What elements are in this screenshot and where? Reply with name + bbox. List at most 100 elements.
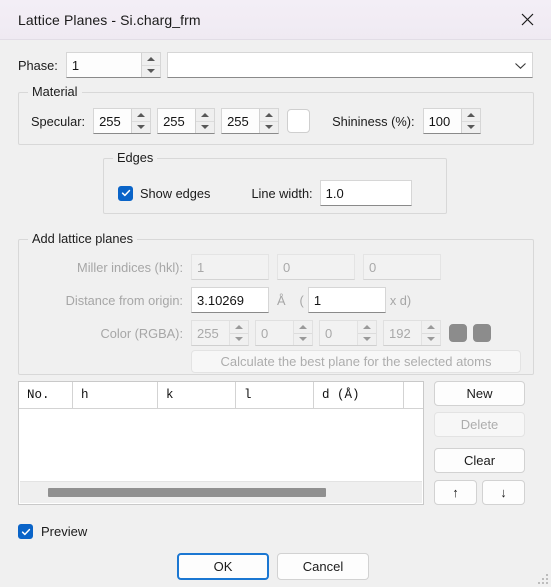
new-button[interactable]: New	[434, 381, 525, 406]
color-g-down[interactable]	[294, 334, 312, 346]
preview-checkbox[interactable]	[18, 524, 33, 539]
paren-open-label: (	[299, 292, 304, 308]
table-column-l[interactable]: l	[236, 382, 314, 408]
specular-r-down[interactable]	[132, 122, 150, 134]
move-up-button[interactable]: ↑	[434, 480, 477, 505]
color-b-value[interactable]: 0	[320, 321, 357, 345]
specular-b-up[interactable]	[260, 109, 279, 122]
move-down-button[interactable]: ↓	[482, 480, 525, 505]
close-button[interactable]	[505, 1, 549, 39]
phase-row: Phase: 1	[18, 52, 161, 78]
cancel-button[interactable]: Cancel	[277, 553, 369, 580]
miller-k-input[interactable]: 0	[277, 254, 355, 280]
specular-r-spinbox[interactable]: 255	[93, 108, 152, 134]
table-column-k[interactable]: k	[158, 382, 236, 408]
add-lattice-planes-group-label: Add lattice planes	[28, 231, 138, 246]
triangle-up-icon	[466, 112, 475, 117]
calculate-best-plane-button[interactable]: Calculate the best plane for the selecte…	[191, 350, 521, 373]
triangle-up-icon	[201, 112, 210, 117]
specular-r-value[interactable]: 255	[94, 109, 132, 133]
shininess-arrows[interactable]	[460, 109, 480, 134]
material-group: Material Specular: 255 255 255 Shininess…	[18, 84, 534, 145]
table-column-no[interactable]: No.	[19, 382, 73, 408]
color-a-arrows[interactable]	[421, 321, 440, 345]
material-group-label: Material	[28, 84, 82, 99]
phase-spin-down[interactable]	[142, 66, 160, 78]
miller-h-input[interactable]: 1	[191, 254, 269, 280]
table-horizontal-scrollbar[interactable]	[20, 481, 422, 503]
shininess-up[interactable]	[461, 109, 480, 122]
table-body[interactable]	[20, 410, 422, 481]
distance-input[interactable]: 3.10269	[191, 287, 269, 313]
table-header-row: No. h k l d (Å)	[19, 382, 423, 409]
phase-spin-up[interactable]	[141, 53, 160, 66]
specular-r-up[interactable]	[132, 109, 151, 122]
clear-button[interactable]: Clear	[434, 448, 525, 473]
shininess-value[interactable]: 100	[423, 109, 461, 133]
specular-g-down[interactable]	[196, 122, 214, 134]
checkmark-icon	[121, 189, 130, 197]
specular-g-arrows[interactable]	[195, 109, 215, 134]
specular-g-spinbox[interactable]: 255	[157, 108, 216, 134]
table-column-h[interactable]: h	[73, 382, 158, 408]
color-a-spinbox[interactable]: 192	[383, 320, 441, 346]
distance-row: Distance from origin: 3.10269 Å ( 1 x d)	[19, 287, 533, 313]
miller-l-input[interactable]: 0	[363, 254, 441, 280]
triangle-down-icon	[137, 125, 146, 130]
plane-color-swatch-1[interactable]	[449, 324, 467, 342]
color-r-down[interactable]	[230, 334, 248, 346]
specular-b-spinbox[interactable]: 255	[221, 108, 280, 134]
preview-row: Preview	[18, 524, 87, 539]
ok-button[interactable]: OK	[177, 553, 269, 580]
checkmark-icon	[21, 528, 30, 535]
color-b-up[interactable]	[358, 321, 376, 334]
triangle-down-icon	[146, 69, 155, 74]
triangle-up-icon	[427, 324, 435, 329]
delete-button[interactable]: Delete	[434, 412, 525, 437]
specular-r-arrows[interactable]	[131, 109, 151, 134]
distance-multiplier-input[interactable]: 1	[307, 287, 386, 313]
add-lattice-planes-group: Add lattice planes Miller indices (hkl):…	[18, 231, 534, 375]
lattice-planes-table[interactable]: No. h k l d (Å)	[18, 381, 424, 505]
color-r-arrows[interactable]	[229, 321, 248, 345]
color-g-spinbox[interactable]: 0	[255, 320, 313, 346]
color-a-down[interactable]	[422, 334, 440, 346]
color-g-value[interactable]: 0	[256, 321, 293, 345]
shininess-down[interactable]	[462, 122, 480, 134]
color-a-up[interactable]	[422, 321, 440, 334]
line-width-label: Line width:	[251, 185, 313, 201]
specular-g-value[interactable]: 255	[158, 109, 196, 133]
table-column-d[interactable]: d (Å)	[314, 382, 404, 408]
color-a-value[interactable]: 192	[384, 321, 421, 345]
times-d-label: x d)	[389, 292, 412, 308]
color-r-spinbox[interactable]: 255	[191, 320, 249, 346]
phase-value[interactable]: 1	[66, 53, 141, 77]
specular-b-down[interactable]	[260, 122, 278, 134]
color-rgba-row: Color (RGBA): 255 0 0 192	[19, 320, 533, 346]
color-b-down[interactable]	[358, 334, 376, 346]
phase-combobox[interactable]	[167, 52, 533, 78]
show-edges-checkbox[interactable]	[118, 185, 133, 201]
plane-color-swatch-2[interactable]	[473, 324, 491, 342]
color-b-arrows[interactable]	[357, 321, 376, 345]
show-edges-label: Show edges	[140, 185, 211, 201]
specular-b-arrows[interactable]	[259, 109, 279, 134]
resize-grip[interactable]	[535, 571, 548, 584]
specular-g-up[interactable]	[196, 109, 215, 122]
color-g-arrows[interactable]	[293, 321, 312, 345]
phase-spinbox[interactable]: 1	[65, 52, 161, 78]
triangle-down-icon	[265, 125, 274, 130]
color-g-up[interactable]	[294, 321, 312, 334]
triangle-down-icon	[363, 337, 371, 342]
specular-color-swatch[interactable]	[287, 109, 311, 133]
color-b-spinbox[interactable]: 0	[319, 320, 377, 346]
triangle-up-icon	[363, 324, 371, 329]
shininess-spinbox[interactable]: 100	[422, 108, 481, 134]
line-width-input[interactable]: 1.0	[319, 180, 412, 206]
table-scrollbar-thumb[interactable]	[48, 488, 326, 497]
chevron-down-icon	[514, 58, 527, 73]
specular-b-value[interactable]: 255	[222, 109, 260, 133]
phase-spinner-arrows[interactable]	[140, 53, 160, 78]
color-r-up[interactable]	[230, 321, 248, 334]
color-r-value[interactable]: 255	[192, 321, 229, 345]
